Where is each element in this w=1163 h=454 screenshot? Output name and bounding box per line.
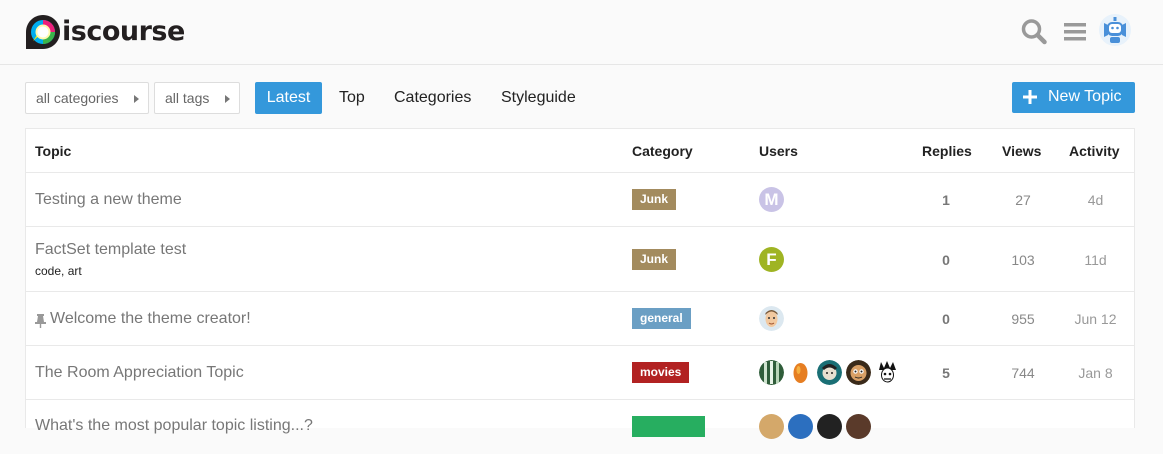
activity-time[interactable]: Jan 8 <box>1068 365 1123 381</box>
replies-count: 0 <box>942 311 950 327</box>
table-row: FactSet template test code, art Junk F 0… <box>26 227 1134 292</box>
topic-title-link[interactable]: Testing a new theme <box>35 191 182 209</box>
replies-count: 5 <box>942 365 950 381</box>
table-header-row: Topic Category Users Replies Views Activ… <box>26 129 1134 173</box>
discourse-logo-icon <box>26 15 60 49</box>
table-row: What's the most popular topic listing...… <box>26 400 1134 454</box>
tab-styleguide[interactable]: Styleguide <box>489 82 588 114</box>
category-badge[interactable]: Junk <box>632 249 677 270</box>
category-dropdown-label: all categories <box>36 90 119 106</box>
header-views[interactable]: Views <box>1002 143 1041 159</box>
navigation-bar: all categories all tags Latest Top Categ… <box>25 82 1135 114</box>
category-badge[interactable]: general <box>632 308 691 329</box>
topic-tags: code, art <box>35 264 82 278</box>
new-topic-button[interactable]: New Topic <box>1012 82 1135 113</box>
table-row: The Room Appreciation Topic movies 5 744… <box>26 346 1134 400</box>
category-badge[interactable]: movies <box>632 362 690 383</box>
activity-time[interactable]: Jun 12 <box>1068 311 1123 327</box>
views-count: 744 <box>1011 365 1035 381</box>
activity-time[interactable]: 11d <box>1068 252 1123 268</box>
new-topic-label: New Topic <box>1048 88 1122 105</box>
header-users: Users <box>759 143 798 159</box>
header-topic[interactable]: Topic <box>35 143 71 159</box>
search-icon[interactable] <box>1021 16 1047 46</box>
user-avatar[interactable] <box>759 414 784 439</box>
tab-categories[interactable]: Categories <box>382 82 483 114</box>
replies-count: 0 <box>942 252 950 268</box>
topic-title-link[interactable]: The Room Appreciation Topic <box>35 364 244 382</box>
table-row: Welcome the theme creator! general 0 955… <box>26 292 1134 346</box>
user-avatar[interactable] <box>788 414 813 439</box>
hamburger-menu-icon[interactable] <box>1063 16 1087 46</box>
header-activity[interactable]: Activity <box>1069 143 1120 159</box>
header-replies[interactable]: Replies <box>922 143 972 159</box>
category-badge[interactable]: Junk <box>632 189 677 210</box>
user-avatar[interactable] <box>759 360 784 385</box>
user-avatar[interactable] <box>846 414 871 439</box>
tab-latest[interactable]: Latest <box>255 82 322 114</box>
tags-dropdown[interactable]: all tags <box>154 82 240 114</box>
user-avatar[interactable] <box>759 306 784 331</box>
views-count: 955 <box>1011 311 1035 327</box>
header-category[interactable]: Category <box>632 143 693 159</box>
topic-list-table: Topic Category Users Replies Views Activ… <box>25 128 1135 439</box>
views-count: 103 <box>1011 252 1035 268</box>
topic-title-link[interactable]: Welcome the theme creator! <box>50 310 251 328</box>
tag-link[interactable]: code <box>35 264 61 278</box>
user-avatar[interactable] <box>788 360 813 385</box>
logo-text: iscourse <box>62 15 185 47</box>
activity-time[interactable]: 4d <box>1068 192 1123 208</box>
site-header: iscourse <box>0 0 1163 65</box>
user-avatar[interactable] <box>817 414 842 439</box>
tags-dropdown-label: all tags <box>165 90 210 106</box>
user-avatar[interactable] <box>875 360 900 385</box>
plus-icon <box>1023 90 1037 104</box>
user-avatar[interactable]: M <box>759 187 784 212</box>
category-badge[interactable] <box>632 416 705 437</box>
user-avatar[interactable] <box>846 360 871 385</box>
user-avatar-icon[interactable] <box>1098 13 1132 47</box>
pin-icon <box>35 314 46 328</box>
views-count: 27 <box>1015 192 1031 208</box>
caret-right-icon <box>225 95 230 103</box>
user-avatar[interactable] <box>817 360 842 385</box>
tab-top[interactable]: Top <box>327 82 377 114</box>
user-avatar[interactable]: F <box>759 247 784 272</box>
topic-title-link[interactable]: FactSet template test <box>35 241 186 259</box>
caret-right-icon <box>134 95 139 103</box>
category-dropdown[interactable]: all categories <box>25 82 149 114</box>
topic-title-link[interactable]: What's the most popular topic listing...… <box>35 417 313 435</box>
discourse-logo[interactable]: iscourse <box>25 12 185 52</box>
replies-count: 1 <box>942 192 950 208</box>
table-row: Testing a new theme Junk M 1 27 4d <box>26 173 1134 227</box>
tag-link[interactable]: art <box>68 264 82 278</box>
